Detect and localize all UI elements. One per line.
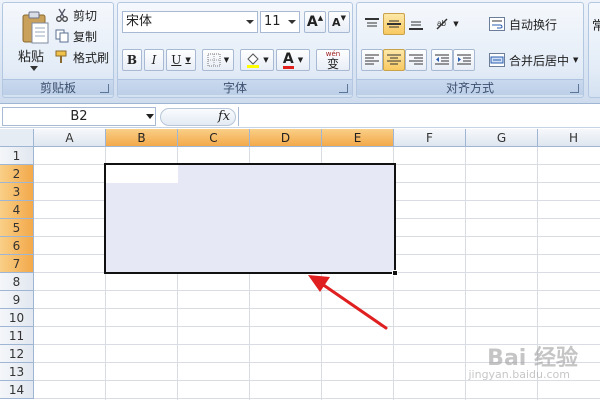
baidu-watermark-url: jingyan.baidu.com — [468, 368, 570, 381]
excel-window: 粘贴 剪切 复制 格式刷 剪贴板 宋体 11 A ▲ A ▼ B I U ▼ ▼… — [0, 0, 600, 400]
